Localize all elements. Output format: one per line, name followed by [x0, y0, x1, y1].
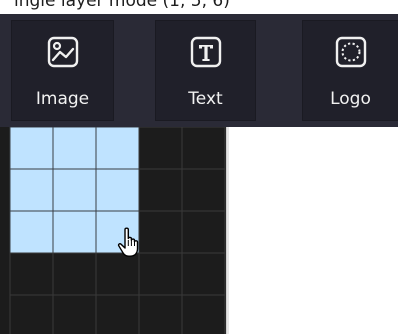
grid-cell-selected[interactable] — [9, 168, 54, 212]
text-button[interactable]: Text — [155, 20, 256, 121]
grid-cell-selected[interactable] — [52, 127, 97, 170]
grid-cell[interactable] — [181, 252, 226, 296]
grid-cell-selected[interactable] — [52, 210, 97, 254]
grid-cell-selected[interactable] — [9, 210, 54, 254]
grid-cell[interactable] — [138, 294, 183, 334]
grid-cell-selected[interactable] — [95, 210, 140, 254]
grid-cell-selected[interactable] — [9, 127, 54, 170]
image-button[interactable]: Image — [11, 20, 114, 121]
right-panel — [229, 127, 398, 334]
grid-cell[interactable] — [95, 294, 140, 334]
image-button-label: Image — [35, 89, 90, 109]
grid-cell[interactable] — [138, 210, 183, 254]
grid-cell[interactable] — [52, 294, 97, 334]
grid-cells — [9, 127, 226, 334]
grid-cell[interactable] — [9, 252, 54, 296]
grid-cell[interactable] — [52, 252, 97, 296]
grid-cell[interactable] — [95, 252, 140, 296]
grid-cell-selected[interactable] — [95, 127, 140, 170]
table-size-picker-screen: ingle layer mode (1, 5, 6) Image Text Lo… — [0, 0, 398, 334]
text-icon — [190, 36, 221, 68]
logo-icon — [335, 36, 366, 68]
grid-cell-selected[interactable] — [95, 168, 140, 212]
grid-cell[interactable] — [181, 210, 226, 254]
logo-button[interactable]: Logo — [302, 20, 398, 121]
clipped-header-text-area: ingle layer mode (1, 5, 6) — [0, 0, 398, 14]
grid-cell[interactable] — [138, 168, 183, 212]
image-icon — [47, 36, 78, 68]
clipped-header-text: ingle layer mode (1, 5, 6) — [14, 0, 230, 11]
insert-toolbar: Image Text Logo — [0, 14, 398, 127]
table-size-grid[interactable] — [0, 127, 226, 334]
grid-cell[interactable] — [181, 294, 226, 334]
grid-cell[interactable] — [9, 294, 54, 334]
grid-cell-selected[interactable] — [52, 168, 97, 212]
grid-cell[interactable] — [181, 168, 226, 212]
grid-cell[interactable] — [138, 127, 183, 170]
grid-cell[interactable] — [138, 252, 183, 296]
text-button-label: Text — [188, 89, 223, 109]
logo-button-label: Logo — [330, 89, 371, 109]
grid-cell[interactable] — [181, 127, 226, 170]
